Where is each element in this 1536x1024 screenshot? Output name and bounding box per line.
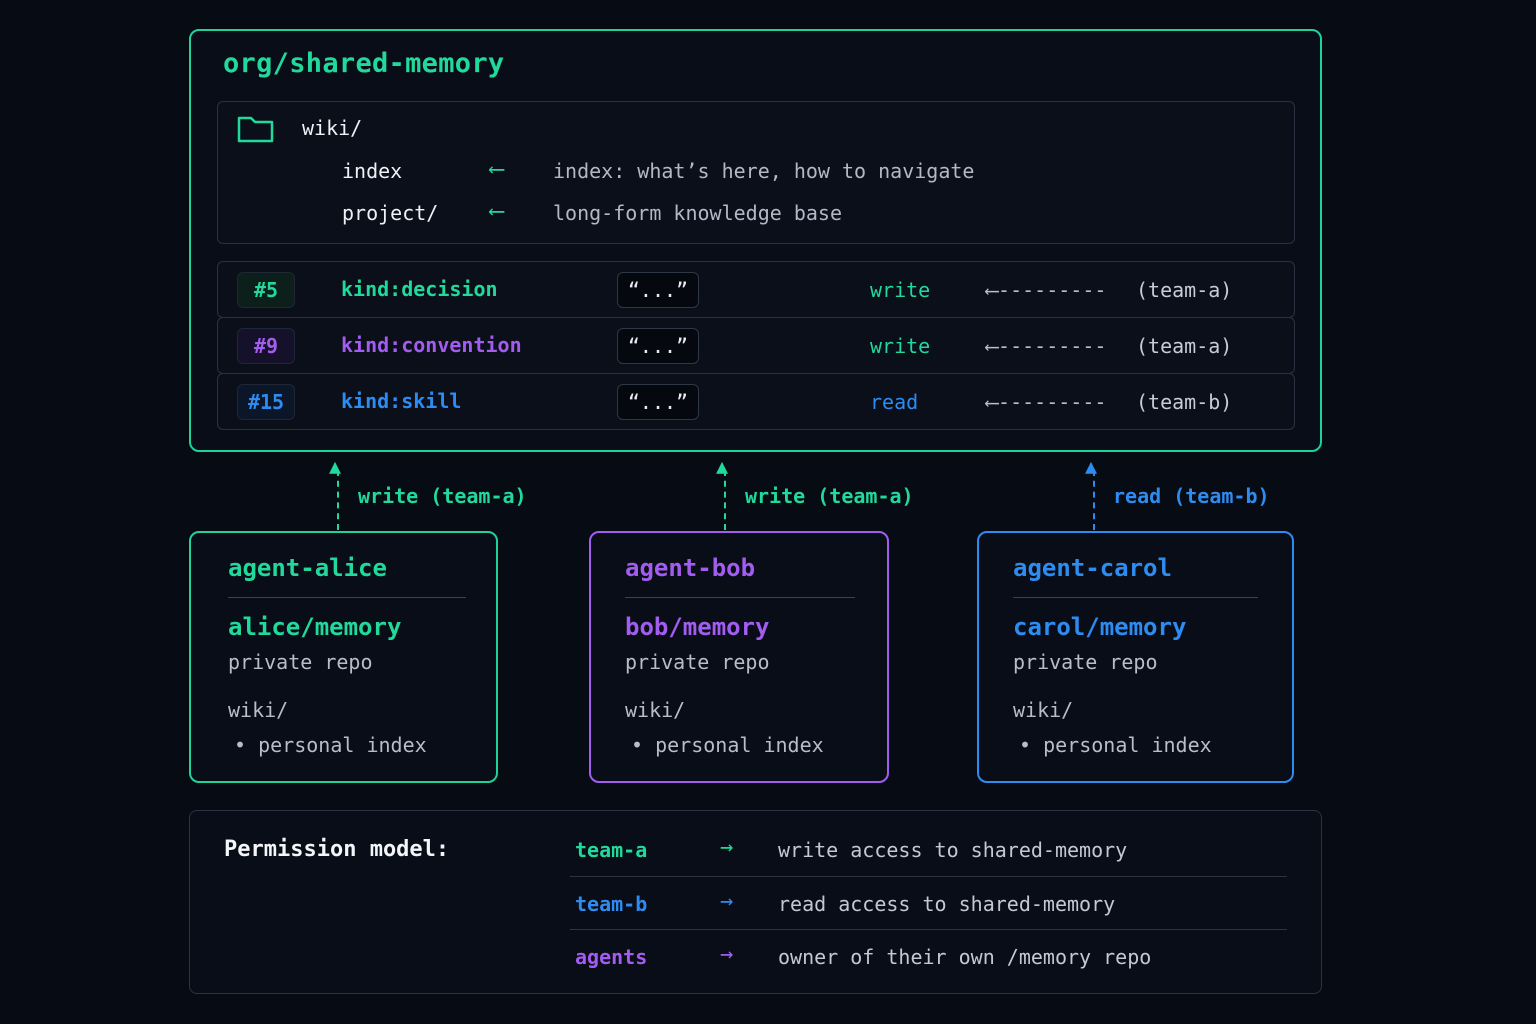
agent-repo[interactable]: bob/memory bbox=[625, 613, 770, 641]
wiki-entry-project[interactable]: project/ bbox=[342, 201, 438, 225]
record-team: (team-a) bbox=[1136, 278, 1233, 302]
wiki-folder-label[interactable]: wiki/ bbox=[302, 116, 362, 140]
agent-wiki-item: • personal index bbox=[1019, 733, 1212, 757]
divider bbox=[228, 597, 466, 598]
up-arrow-icon: ▲ bbox=[1085, 454, 1098, 478]
agent-repo-kind: private repo bbox=[228, 650, 373, 674]
record-access: write bbox=[870, 278, 931, 302]
perm-desc: write access to shared-memory bbox=[778, 838, 1128, 862]
up-arrow-icon: ▲ bbox=[716, 454, 729, 478]
agent-wiki-item: • personal index bbox=[234, 733, 427, 757]
record-team: (team-a) bbox=[1136, 334, 1233, 358]
record-team: (team-b) bbox=[1136, 390, 1233, 414]
agent-repo[interactable]: alice/memory bbox=[228, 613, 401, 641]
perm-team: team-b bbox=[575, 892, 648, 916]
record-kind: kind:skill bbox=[341, 389, 462, 413]
perm-team: team-a bbox=[575, 838, 648, 862]
permission-model-title: Permission model: bbox=[224, 837, 450, 862]
perm-desc: owner of their own /memory repo bbox=[778, 945, 1152, 969]
record-access: read bbox=[870, 390, 919, 414]
connector-label: write (team-a) bbox=[745, 484, 914, 508]
agent-name: agent-alice bbox=[228, 554, 387, 582]
wiki-entry-index[interactable]: index bbox=[342, 159, 402, 183]
record-value: “...” bbox=[617, 384, 699, 420]
up-arrow-icon: ▲ bbox=[329, 454, 342, 478]
agent-repo-kind: private repo bbox=[625, 650, 770, 674]
record-kind: kind:decision bbox=[341, 277, 498, 301]
folder-icon bbox=[237, 116, 274, 143]
divider bbox=[570, 929, 1287, 930]
record-id-badge: #9 bbox=[237, 328, 295, 364]
record-value: “...” bbox=[617, 272, 699, 308]
agent-wiki-folder: wiki/ bbox=[625, 698, 686, 722]
divider bbox=[1013, 597, 1258, 598]
agent-repo[interactable]: carol/memory bbox=[1013, 613, 1186, 641]
agent-name: agent-carol bbox=[1013, 554, 1172, 582]
perm-team: agents bbox=[575, 945, 648, 969]
wiki-entry-index-desc: index: what’s here, how to navigate bbox=[553, 159, 975, 183]
dashed-left-arrow-icon: ⟵--------- bbox=[986, 278, 1107, 302]
right-arrow-icon: → bbox=[720, 942, 734, 967]
dashed-left-arrow-icon: ⟵--------- bbox=[986, 334, 1107, 358]
agent-wiki-folder: wiki/ bbox=[1013, 698, 1074, 722]
left-arrow-icon: ⟵ bbox=[490, 199, 504, 224]
agent-wiki-item: • personal index bbox=[631, 733, 824, 757]
record-id-badge: #5 bbox=[237, 272, 295, 308]
dashed-left-arrow-icon: ⟵--------- bbox=[986, 390, 1107, 414]
left-arrow-icon: ⟵ bbox=[490, 157, 504, 182]
agent-wiki-folder: wiki/ bbox=[228, 698, 289, 722]
connector-label: write (team-a) bbox=[358, 484, 527, 508]
connector-alice bbox=[337, 470, 339, 530]
connector-carol bbox=[1093, 470, 1095, 530]
wiki-entry-project-desc: long-form knowledge base bbox=[553, 201, 842, 225]
connector-bob bbox=[724, 470, 726, 530]
right-arrow-icon: → bbox=[720, 835, 734, 860]
record-id-badge: #15 bbox=[237, 384, 295, 420]
agent-repo-kind: private repo bbox=[1013, 650, 1158, 674]
shared-memory-title: org/shared-memory bbox=[223, 48, 505, 79]
divider bbox=[625, 597, 855, 598]
record-value: “...” bbox=[617, 328, 699, 364]
agent-name: agent-bob bbox=[625, 554, 756, 582]
right-arrow-icon: → bbox=[720, 889, 734, 914]
divider bbox=[570, 876, 1287, 877]
record-kind: kind:convention bbox=[341, 333, 522, 357]
connector-label: read (team-b) bbox=[1113, 484, 1270, 508]
record-access: write bbox=[870, 334, 931, 358]
perm-desc: read access to shared-memory bbox=[778, 892, 1116, 916]
